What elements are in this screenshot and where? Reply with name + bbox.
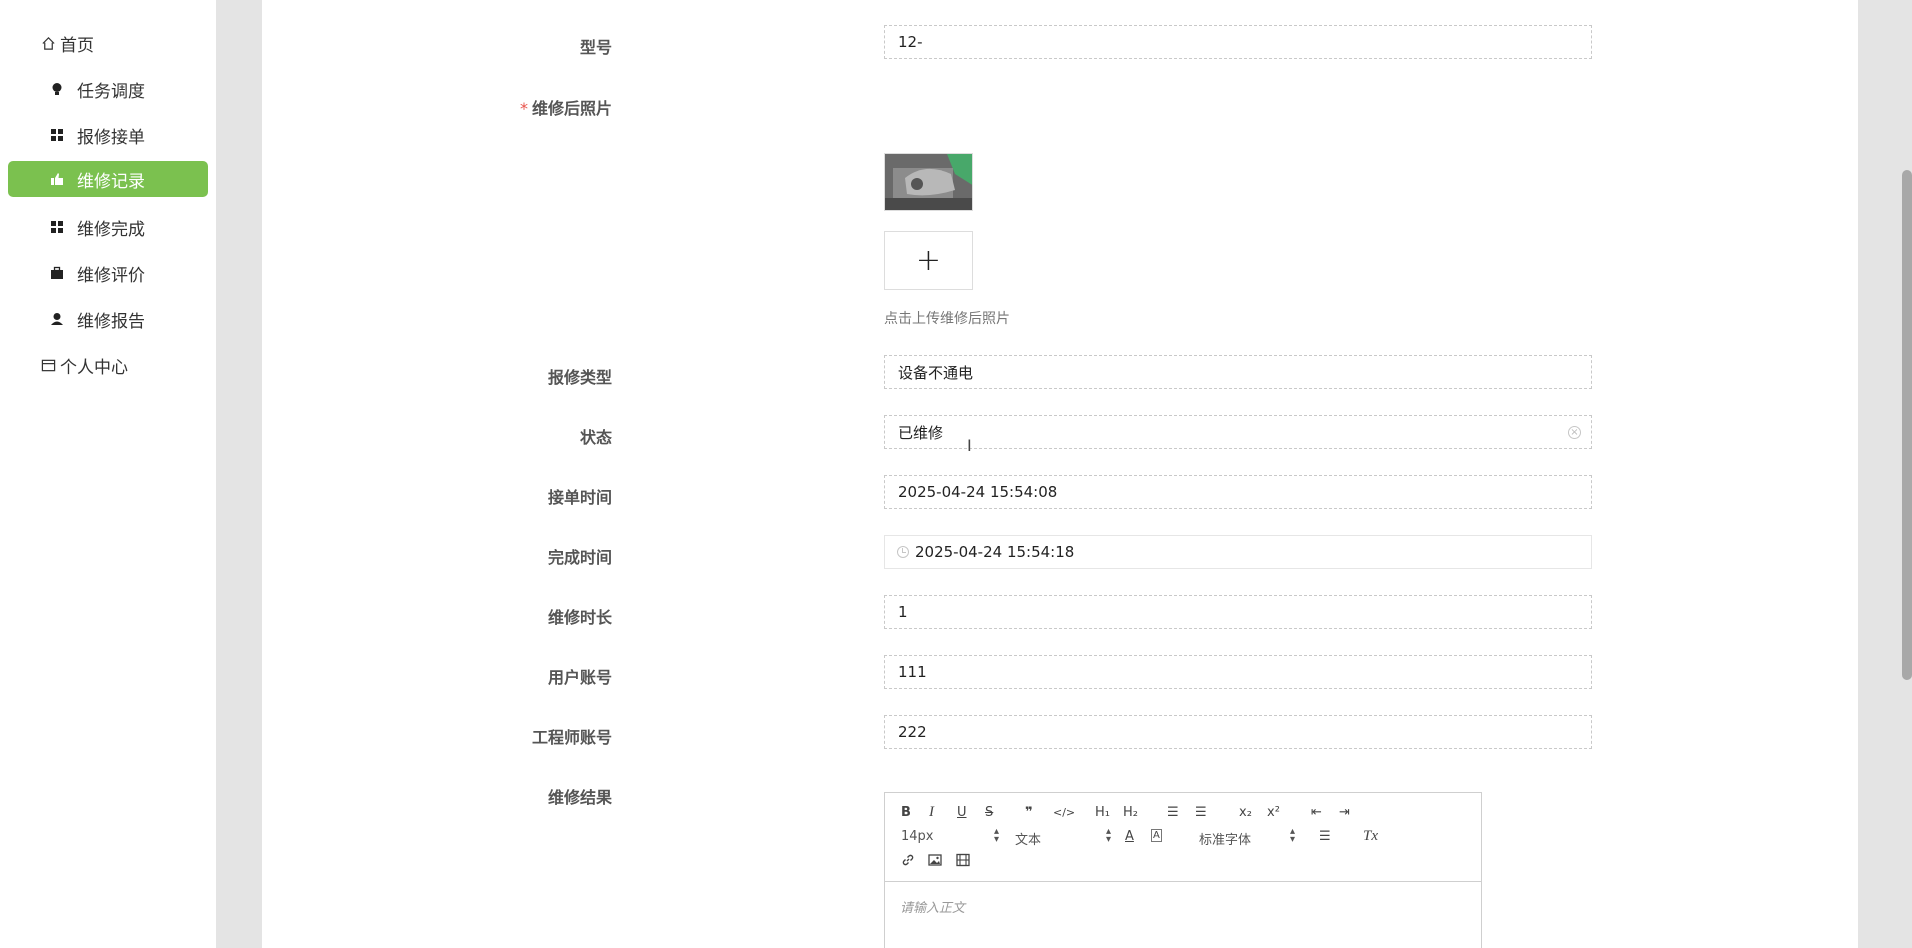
underline-button[interactable]: U bbox=[957, 805, 967, 821]
clean-format-button[interactable]: Tx bbox=[1363, 828, 1378, 844]
nav-home[interactable]: 首页 bbox=[8, 25, 208, 61]
user-icon bbox=[49, 311, 65, 327]
repair-photo-thumbnail[interactable] bbox=[884, 153, 973, 211]
clear-icon[interactable]: × bbox=[1568, 426, 1581, 439]
duration-label: 维修时长 bbox=[547, 608, 612, 627]
lightbulb-icon bbox=[49, 81, 65, 97]
rich-text-editor: B I U S ❞ </> H₁ H₂ ☰ ☰ x₂ x² ⇤ ⇥ 14px ▴… bbox=[884, 792, 1482, 948]
bullet-list-button[interactable]: ☰ bbox=[1195, 805, 1207, 821]
result-label: 维修结果 bbox=[547, 788, 612, 807]
status-field[interactable]: 已维修 × bbox=[884, 415, 1592, 449]
nav-label: 维修完成 bbox=[77, 219, 145, 240]
accept-time-field[interactable]: 2025-04-24 15:54:08 bbox=[884, 475, 1592, 509]
font-size-select[interactable]: 14px ▴ ▾ bbox=[901, 826, 999, 845]
page-gutter-left bbox=[216, 0, 262, 948]
nav-personal-label: 个人中心 bbox=[60, 357, 128, 378]
editor-toolbar: B I U S ❞ </> H₁ H₂ ☰ ☰ x₂ x² ⇤ ⇥ 14px ▴… bbox=[885, 793, 1481, 882]
grid-icon bbox=[49, 127, 65, 143]
bold-button[interactable]: B bbox=[901, 805, 911, 821]
home-icon bbox=[40, 35, 56, 51]
code-button[interactable]: </> bbox=[1053, 805, 1075, 821]
ordered-list-button[interactable]: ☰ bbox=[1167, 805, 1179, 821]
font-family-select[interactable]: 标准字体 ▴ ▾ bbox=[1199, 826, 1295, 849]
font-color-button[interactable]: A bbox=[1125, 829, 1134, 845]
link-icon[interactable] bbox=[901, 853, 915, 872]
upload-photo-button[interactable]: + bbox=[884, 231, 973, 290]
font-family-value: 标准字体 bbox=[1199, 833, 1252, 848]
grid-icon bbox=[49, 219, 65, 235]
upload-hint: 点击上传维修后照片 bbox=[884, 311, 1010, 327]
nav-label: 维修评价 bbox=[77, 265, 145, 286]
user-account-label: 用户账号 bbox=[547, 668, 612, 687]
thumbs-up-icon bbox=[49, 171, 65, 187]
nav-personal-center[interactable]: 个人中心 bbox=[8, 347, 208, 383]
nav-repair-report[interactable]: 维修报告 bbox=[8, 301, 208, 337]
finish-time-value: 2025-04-24 15:54:18 bbox=[915, 543, 1075, 561]
paragraph-value: 文本 bbox=[1015, 833, 1042, 848]
indent-button[interactable]: ⇥ bbox=[1339, 805, 1350, 821]
superscript-button[interactable]: x² bbox=[1267, 805, 1280, 821]
text-cursor-icon: I bbox=[967, 436, 972, 455]
status-label: 状态 bbox=[579, 428, 612, 447]
engineer-account-field[interactable]: 222 bbox=[884, 715, 1592, 749]
duration-field[interactable]: 1 bbox=[884, 595, 1592, 629]
finish-time-picker[interactable]: 2025-04-24 15:54:18 bbox=[884, 535, 1592, 569]
align-button[interactable]: ☰ bbox=[1319, 829, 1331, 845]
accept-time-label: 接单时间 bbox=[547, 488, 612, 507]
nav-label: 维修记录 bbox=[77, 171, 145, 192]
nav-repair-review[interactable]: 维修评价 bbox=[8, 255, 208, 291]
briefcase-icon bbox=[49, 265, 65, 281]
nav-repair-orders[interactable]: 报修接单 bbox=[8, 117, 208, 153]
image-icon[interactable] bbox=[928, 853, 942, 872]
model-field[interactable]: 12- bbox=[884, 25, 1592, 59]
select-arrows-icon: ▴ ▾ bbox=[1105, 826, 1111, 845]
main-content: 型号 12- * 维修后照片 + 点击上传维修后照片 报修类型 设备不通电 状态 … bbox=[262, 0, 1858, 948]
nav-task-dispatch[interactable]: 任务调度 bbox=[8, 71, 208, 107]
sidebar: 首页 任务调度 报修接单 维修记录 维修完成 维修评价 维修报告 个人中心 bbox=[0, 0, 216, 948]
h1-button[interactable]: H₁ bbox=[1095, 805, 1110, 821]
clock-icon bbox=[897, 546, 909, 558]
subscript-button[interactable]: x₂ bbox=[1239, 805, 1252, 821]
window-icon bbox=[40, 357, 56, 373]
status-value: 已维修 bbox=[898, 423, 944, 442]
repair-type-label: 报修类型 bbox=[547, 368, 612, 387]
select-arrows-icon: ▴ ▾ bbox=[1289, 826, 1295, 845]
user-account-field[interactable]: 111 bbox=[884, 655, 1592, 689]
nav-label: 维修报告 bbox=[77, 311, 145, 332]
quote-button[interactable]: ❞ bbox=[1025, 805, 1033, 821]
required-mark: * bbox=[519, 99, 528, 118]
nav-label: 报修接单 bbox=[77, 127, 145, 148]
nav-repair-records[interactable]: 维修记录 bbox=[8, 161, 208, 197]
photo-label-text: 维修后照片 bbox=[531, 99, 612, 118]
background-color-button[interactable]: A bbox=[1151, 829, 1162, 842]
strike-button[interactable]: S bbox=[985, 805, 993, 821]
vertical-scrollbar[interactable] bbox=[1902, 170, 1912, 680]
h2-button[interactable]: H₂ bbox=[1123, 805, 1138, 821]
nav-home-label: 首页 bbox=[60, 35, 94, 56]
photo-label: * 维修后照片 bbox=[262, 95, 612, 119]
app-root: 首页 任务调度 报修接单 维修记录 维修完成 维修评价 维修报告 个人中心 型号… bbox=[0, 0, 1912, 948]
engineer-account-label: 工程师账号 bbox=[531, 728, 612, 747]
select-arrows-icon: ▴ ▾ bbox=[993, 826, 999, 845]
nav-label: 任务调度 bbox=[77, 81, 145, 102]
finish-time-label: 完成时间 bbox=[547, 548, 612, 567]
paragraph-select[interactable]: 文本 ▴ ▾ bbox=[1015, 826, 1111, 849]
repair-type-field[interactable]: 设备不通电 bbox=[884, 355, 1592, 389]
editor-placeholder[interactable]: 请输入正文 bbox=[900, 897, 965, 916]
outdent-button[interactable]: ⇤ bbox=[1311, 805, 1322, 821]
italic-button[interactable]: I bbox=[929, 804, 934, 820]
video-icon[interactable] bbox=[956, 853, 970, 872]
nav-repair-complete[interactable]: 维修完成 bbox=[8, 209, 208, 245]
model-label: 型号 bbox=[579, 38, 612, 57]
font-size-value: 14px bbox=[901, 829, 934, 844]
